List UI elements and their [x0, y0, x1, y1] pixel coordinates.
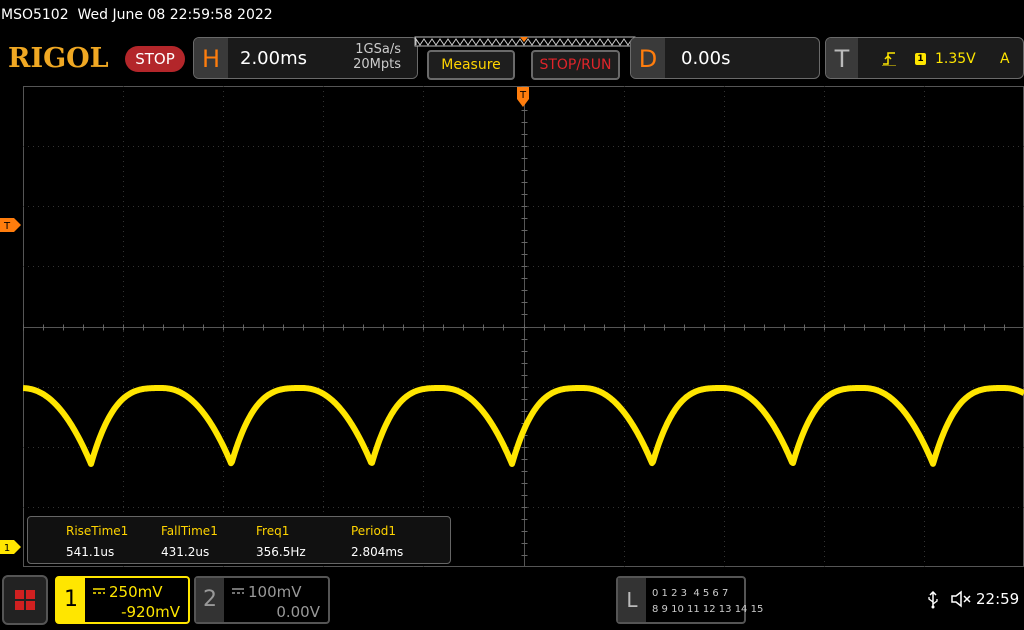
usb-icon: [928, 591, 938, 609]
channel2-offset: 0.00V: [276, 603, 320, 621]
main-menu-button[interactable]: [2, 575, 48, 625]
channel1-offset-marker[interactable]: 1: [0, 539, 22, 554]
measurement-name: Freq1: [256, 524, 290, 538]
trigger-position-marker[interactable]: T: [516, 86, 530, 108]
trigger-level-marker[interactable]: T: [0, 217, 22, 232]
trigger-mode: A: [1000, 51, 1010, 67]
delay-panel[interactable]: D 0.00s: [630, 37, 820, 79]
channel2-scale: 100mV: [248, 583, 302, 601]
channel2-number: 2: [196, 578, 224, 622]
measurement-name: FallTime1: [161, 524, 218, 538]
trigger-panel[interactable]: T 1 1.35V A: [825, 37, 1024, 79]
measure-button[interactable]: Measure: [427, 50, 515, 80]
grid-menu-icon: [15, 590, 35, 610]
datetime: Wed June 08 22:59:58 2022: [77, 7, 273, 23]
trigger-letter: T: [826, 38, 858, 78]
channel1-offset: -920mV: [121, 603, 180, 621]
dc-coupling-icon: [93, 588, 105, 594]
rising-edge-icon: [882, 52, 896, 66]
grid-lines: [23, 86, 1024, 567]
horizontal-letter: H: [194, 38, 228, 78]
channel1-offset-marker-label: 1: [4, 543, 10, 554]
measurement-name: Period1: [351, 524, 397, 538]
measurement-value: 541.1us: [66, 545, 115, 559]
logic-analyzer-letter: L: [618, 578, 646, 622]
la-channels-row1: 0 1 2 3 4 5 6 7: [652, 588, 729, 599]
status-line: MSO5102 Wed June 08 22:59:58 2022: [0, 0, 1024, 32]
measurement-name: RiseTime1: [66, 524, 129, 538]
channel1-number: 1: [57, 578, 85, 622]
measurement-item: Period1 2.804ms: [313, 517, 409, 565]
horizontal-panel[interactable]: H 2.00ms 1GSa/s 20Mpts: [193, 37, 418, 79]
memory-timeline: [414, 36, 636, 47]
measurement-item: RiseTime1 541.1us: [28, 517, 128, 565]
channel2-settings[interactable]: 2 100mV 0.00V: [194, 576, 330, 624]
channel1-settings[interactable]: 1 250mV -920mV: [55, 576, 190, 624]
footer-bar: 1 250mV -920mV 2 100mV 0.00V L 0 1 2 3 4…: [0, 572, 1024, 630]
delay-letter: D: [631, 38, 665, 78]
waveform-display[interactable]: [23, 86, 1024, 567]
measurement-table[interactable]: RiseTime1 541.1us FallTime1 431.2us Freq…: [27, 516, 451, 564]
horizontal-values: 2.00ms 1GSa/s 20Mpts: [228, 38, 417, 78]
memory-depth: 20Mpts: [353, 57, 401, 72]
measurement-item: FallTime1 431.2us: [123, 517, 219, 565]
measurement-item: Freq1 356.5Hz: [218, 517, 314, 565]
timebase-value: 2.00ms: [240, 48, 307, 69]
device-model-datetime: MSO5102 Wed June 08 22:59:58 2022: [1, 7, 273, 23]
trigger-source-badge: 1: [915, 53, 926, 65]
trigger-level-marker-label: T: [3, 221, 11, 232]
stop-run-button[interactable]: STOP/RUN: [531, 50, 620, 80]
measurement-value: 431.2us: [161, 545, 210, 559]
run-state-badge[interactable]: STOP: [125, 46, 185, 72]
acquisition-info: 1GSa/s 20Mpts: [353, 42, 401, 72]
measurement-value: 356.5Hz: [256, 545, 306, 559]
graticule: [23, 86, 1024, 567]
speaker-muted-icon[interactable]: [951, 590, 973, 608]
la-channels-row2: 8 9 10 11 12 13 14 15: [652, 604, 764, 615]
sample-rate: 1GSa/s: [355, 42, 401, 57]
channel1-scale: 250mV: [109, 583, 163, 601]
brand-logo: RIGOL: [8, 43, 109, 74]
svg-text:T: T: [519, 90, 527, 101]
dc-coupling-icon: [232, 588, 244, 594]
header-bar: RIGOL STOP H 2.00ms 1GSa/s 20Mpts Measur…: [0, 36, 1024, 82]
device-model: MSO5102: [1, 7, 69, 23]
system-clock: 22:59: [976, 590, 1020, 608]
delay-value: 0.00s: [681, 48, 731, 69]
measurement-value: 2.804ms: [351, 545, 404, 559]
trigger-level: 1.35V: [935, 51, 976, 67]
logic-analyzer-settings[interactable]: L 0 1 2 3 4 5 6 7 8 9 10 11 12 13 14 15: [616, 576, 763, 624]
